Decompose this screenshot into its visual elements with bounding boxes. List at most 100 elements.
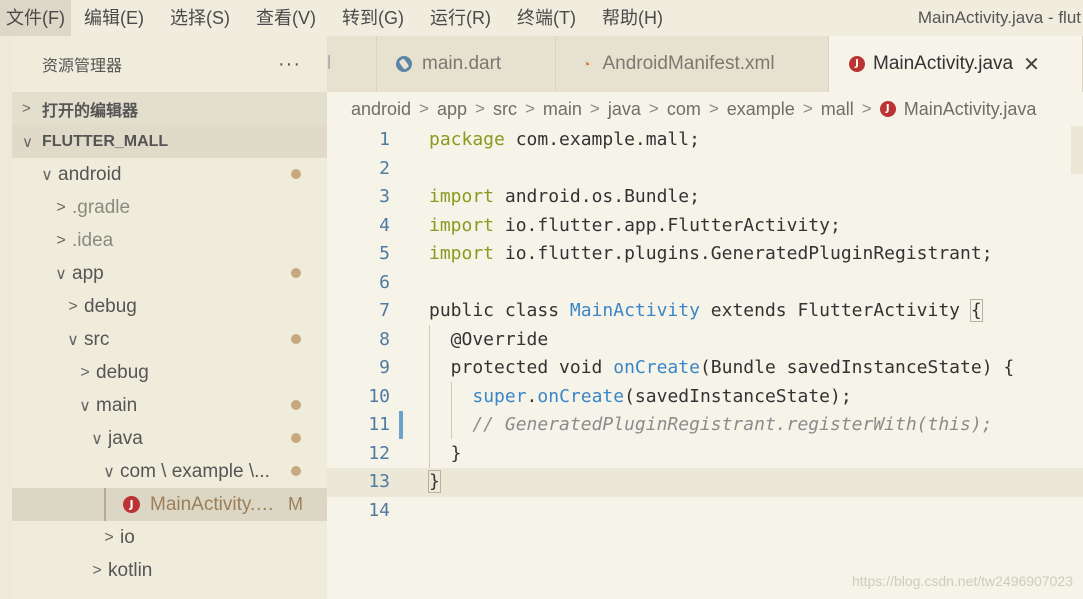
open-editors-section[interactable]: > 打开的编辑器 xyxy=(12,92,327,125)
chevron-right-icon: > xyxy=(56,231,66,249)
chevron-right-icon: > xyxy=(648,99,659,118)
project-section[interactable]: ∨ FLUTTER_MALL xyxy=(12,125,327,158)
tree-item-android[interactable]: ∨ android xyxy=(12,158,327,191)
modified-dot-icon xyxy=(291,466,301,476)
code-line-current: 13} xyxy=(327,468,1083,497)
line-number: 11 xyxy=(368,414,390,435)
tree-item-label: debug xyxy=(96,361,149,383)
menu-help[interactable]: 帮助(H) xyxy=(589,0,676,36)
tab-label: AndroidManifest.xml xyxy=(602,53,775,74)
menu-terminal[interactable]: 终端(T) xyxy=(504,0,589,36)
breadcrumb-item[interactable]: main xyxy=(543,99,582,120)
tree-item-label: android xyxy=(58,163,122,185)
menu-view[interactable]: 查看(V) xyxy=(243,0,329,36)
chevron-right-icon: > xyxy=(68,297,78,315)
java-icon: J xyxy=(879,101,896,117)
tree-item-io[interactable]: > io xyxy=(12,521,327,554)
menu-go[interactable]: 转到(G) xyxy=(329,0,417,36)
menu-selection[interactable]: 选择(S) xyxy=(157,0,243,36)
tree-item-app[interactable]: ∨ app xyxy=(12,257,327,290)
code-line: 10 super.onCreate(savedInstanceState); xyxy=(327,383,1083,412)
line-number: 6 xyxy=(379,271,390,293)
code-line: 9 protected void onCreate(Bundle savedIn… xyxy=(327,354,1083,383)
editor-tab-bar: l main.dart ◔ AndroidManifest.xml J Main… xyxy=(327,36,1083,92)
tree-item-label: io xyxy=(120,526,135,548)
chevron-down-icon: ∨ xyxy=(91,430,103,448)
chevron-right-icon: > xyxy=(475,99,485,118)
tab-android-manifest[interactable]: ◔ AndroidManifest.xml xyxy=(556,36,829,92)
window-title: MainActivity.java - flut xyxy=(917,8,1081,27)
tree-item-main[interactable]: ∨ main xyxy=(12,389,327,422)
rss-icon: ◔ xyxy=(582,56,591,72)
tree-item-label: debug xyxy=(84,295,137,317)
chevron-right-icon: > xyxy=(802,99,813,118)
code-line: 2 xyxy=(327,155,1083,184)
tab-main-dart[interactable]: main.dart xyxy=(377,36,556,92)
tree-item-label: .idea xyxy=(72,229,114,251)
chevron-right-icon: > xyxy=(104,528,114,546)
menu-edit[interactable]: 编辑(E) xyxy=(71,0,157,36)
breadcrumb-item[interactable]: android xyxy=(351,99,411,120)
breadcrumb-item[interactable]: app xyxy=(437,99,467,120)
tab-mainactivity-java[interactable]: J MainActivity.java ✕ xyxy=(829,36,1083,92)
tab-label: MainActivity.java xyxy=(873,53,1014,74)
chevron-down-icon: ∨ xyxy=(67,331,79,349)
tree-item-mainactivity[interactable]: J MainActivity.ja... M xyxy=(12,488,327,521)
tree-item-kotlin[interactable]: > kotlin xyxy=(12,554,327,587)
explorer-header: 资源管理器 ··· xyxy=(12,36,327,92)
project-label: FLUTTER_MALL xyxy=(42,132,169,150)
chevron-right-icon: > xyxy=(589,99,600,118)
tree-item-java[interactable]: ∨ java xyxy=(12,422,327,455)
chevron-right-icon: > xyxy=(92,561,102,579)
tree-item-gradle[interactable]: > .gradle xyxy=(12,191,327,224)
breadcrumb-item[interactable]: MainActivity.java xyxy=(904,99,1037,120)
code-line: 5 import io.flutter.plugins.GeneratedPlug… xyxy=(327,240,1083,269)
modified-dot-icon xyxy=(291,169,301,179)
tree-item-src-debug[interactable]: > debug xyxy=(12,356,327,389)
tree-item-label: kotlin xyxy=(108,559,153,581)
modified-badge: M xyxy=(288,494,303,514)
close-icon[interactable]: ✕ xyxy=(1023,52,1040,77)
chevron-down-icon: ∨ xyxy=(79,397,91,415)
breadcrumb-item[interactable]: example xyxy=(727,99,795,120)
line-number: 12 xyxy=(368,442,390,464)
code-editor[interactable]: 1 package com.example.mall; 2 3 import and… xyxy=(327,126,1083,599)
modified-dot-icon xyxy=(291,334,301,344)
line-number: 10 xyxy=(368,385,390,407)
line-number: 4 xyxy=(379,214,390,236)
breadcrumb-item[interactable]: java xyxy=(608,99,641,120)
breadcrumb-item[interactable]: src xyxy=(493,99,517,120)
explorer-sidebar: 资源管理器 ··· > 打开的编辑器 ∨ FLUTTER_MALL ∨ andr… xyxy=(12,36,327,599)
tree-item-label: app xyxy=(72,262,104,284)
explorer-title: 资源管理器 xyxy=(42,58,123,75)
code-line: 6 xyxy=(327,269,1083,298)
menu-run[interactable]: 运行(R) xyxy=(417,0,504,36)
java-icon: J xyxy=(849,56,865,72)
open-editors-label: 打开的编辑器 xyxy=(42,102,139,120)
line-number: 9 xyxy=(379,357,390,378)
chevron-right-icon: > xyxy=(80,363,90,381)
line-number: 2 xyxy=(379,157,390,179)
chevron-right-icon: > xyxy=(56,198,66,216)
chevron-down-icon: ∨ xyxy=(22,133,33,151)
line-number: 8 xyxy=(379,328,390,350)
java-file-icon: J xyxy=(123,496,140,513)
activity-bar xyxy=(0,36,12,599)
tab-label: l xyxy=(327,53,332,74)
code-line: 4 import io.flutter.app.FlutterActivity; xyxy=(327,212,1083,241)
more-actions-icon[interactable]: ··· xyxy=(278,53,301,76)
tree-item-com-example[interactable]: ∨ com \ example \... xyxy=(12,455,327,488)
tab-partial[interactable]: l xyxy=(327,36,377,92)
watermark: https://blog.csdn.net/tw2496907023 xyxy=(851,573,1073,589)
line-number: 14 xyxy=(368,499,390,521)
tree-item-idea[interactable]: > .idea xyxy=(12,224,327,257)
tree-item-debug[interactable]: > debug xyxy=(12,290,327,323)
breadcrumb-item[interactable]: mall xyxy=(821,99,854,120)
modified-dot-icon xyxy=(291,400,301,410)
scrollbar-thumb[interactable] xyxy=(1071,126,1083,174)
tree-item-src[interactable]: ∨ src xyxy=(12,323,327,356)
breadcrumb-item[interactable]: com xyxy=(667,99,701,120)
indent-guide xyxy=(104,488,106,521)
menu-file[interactable]: 文件(F) xyxy=(0,0,71,36)
chevron-right-icon: > xyxy=(22,100,31,117)
